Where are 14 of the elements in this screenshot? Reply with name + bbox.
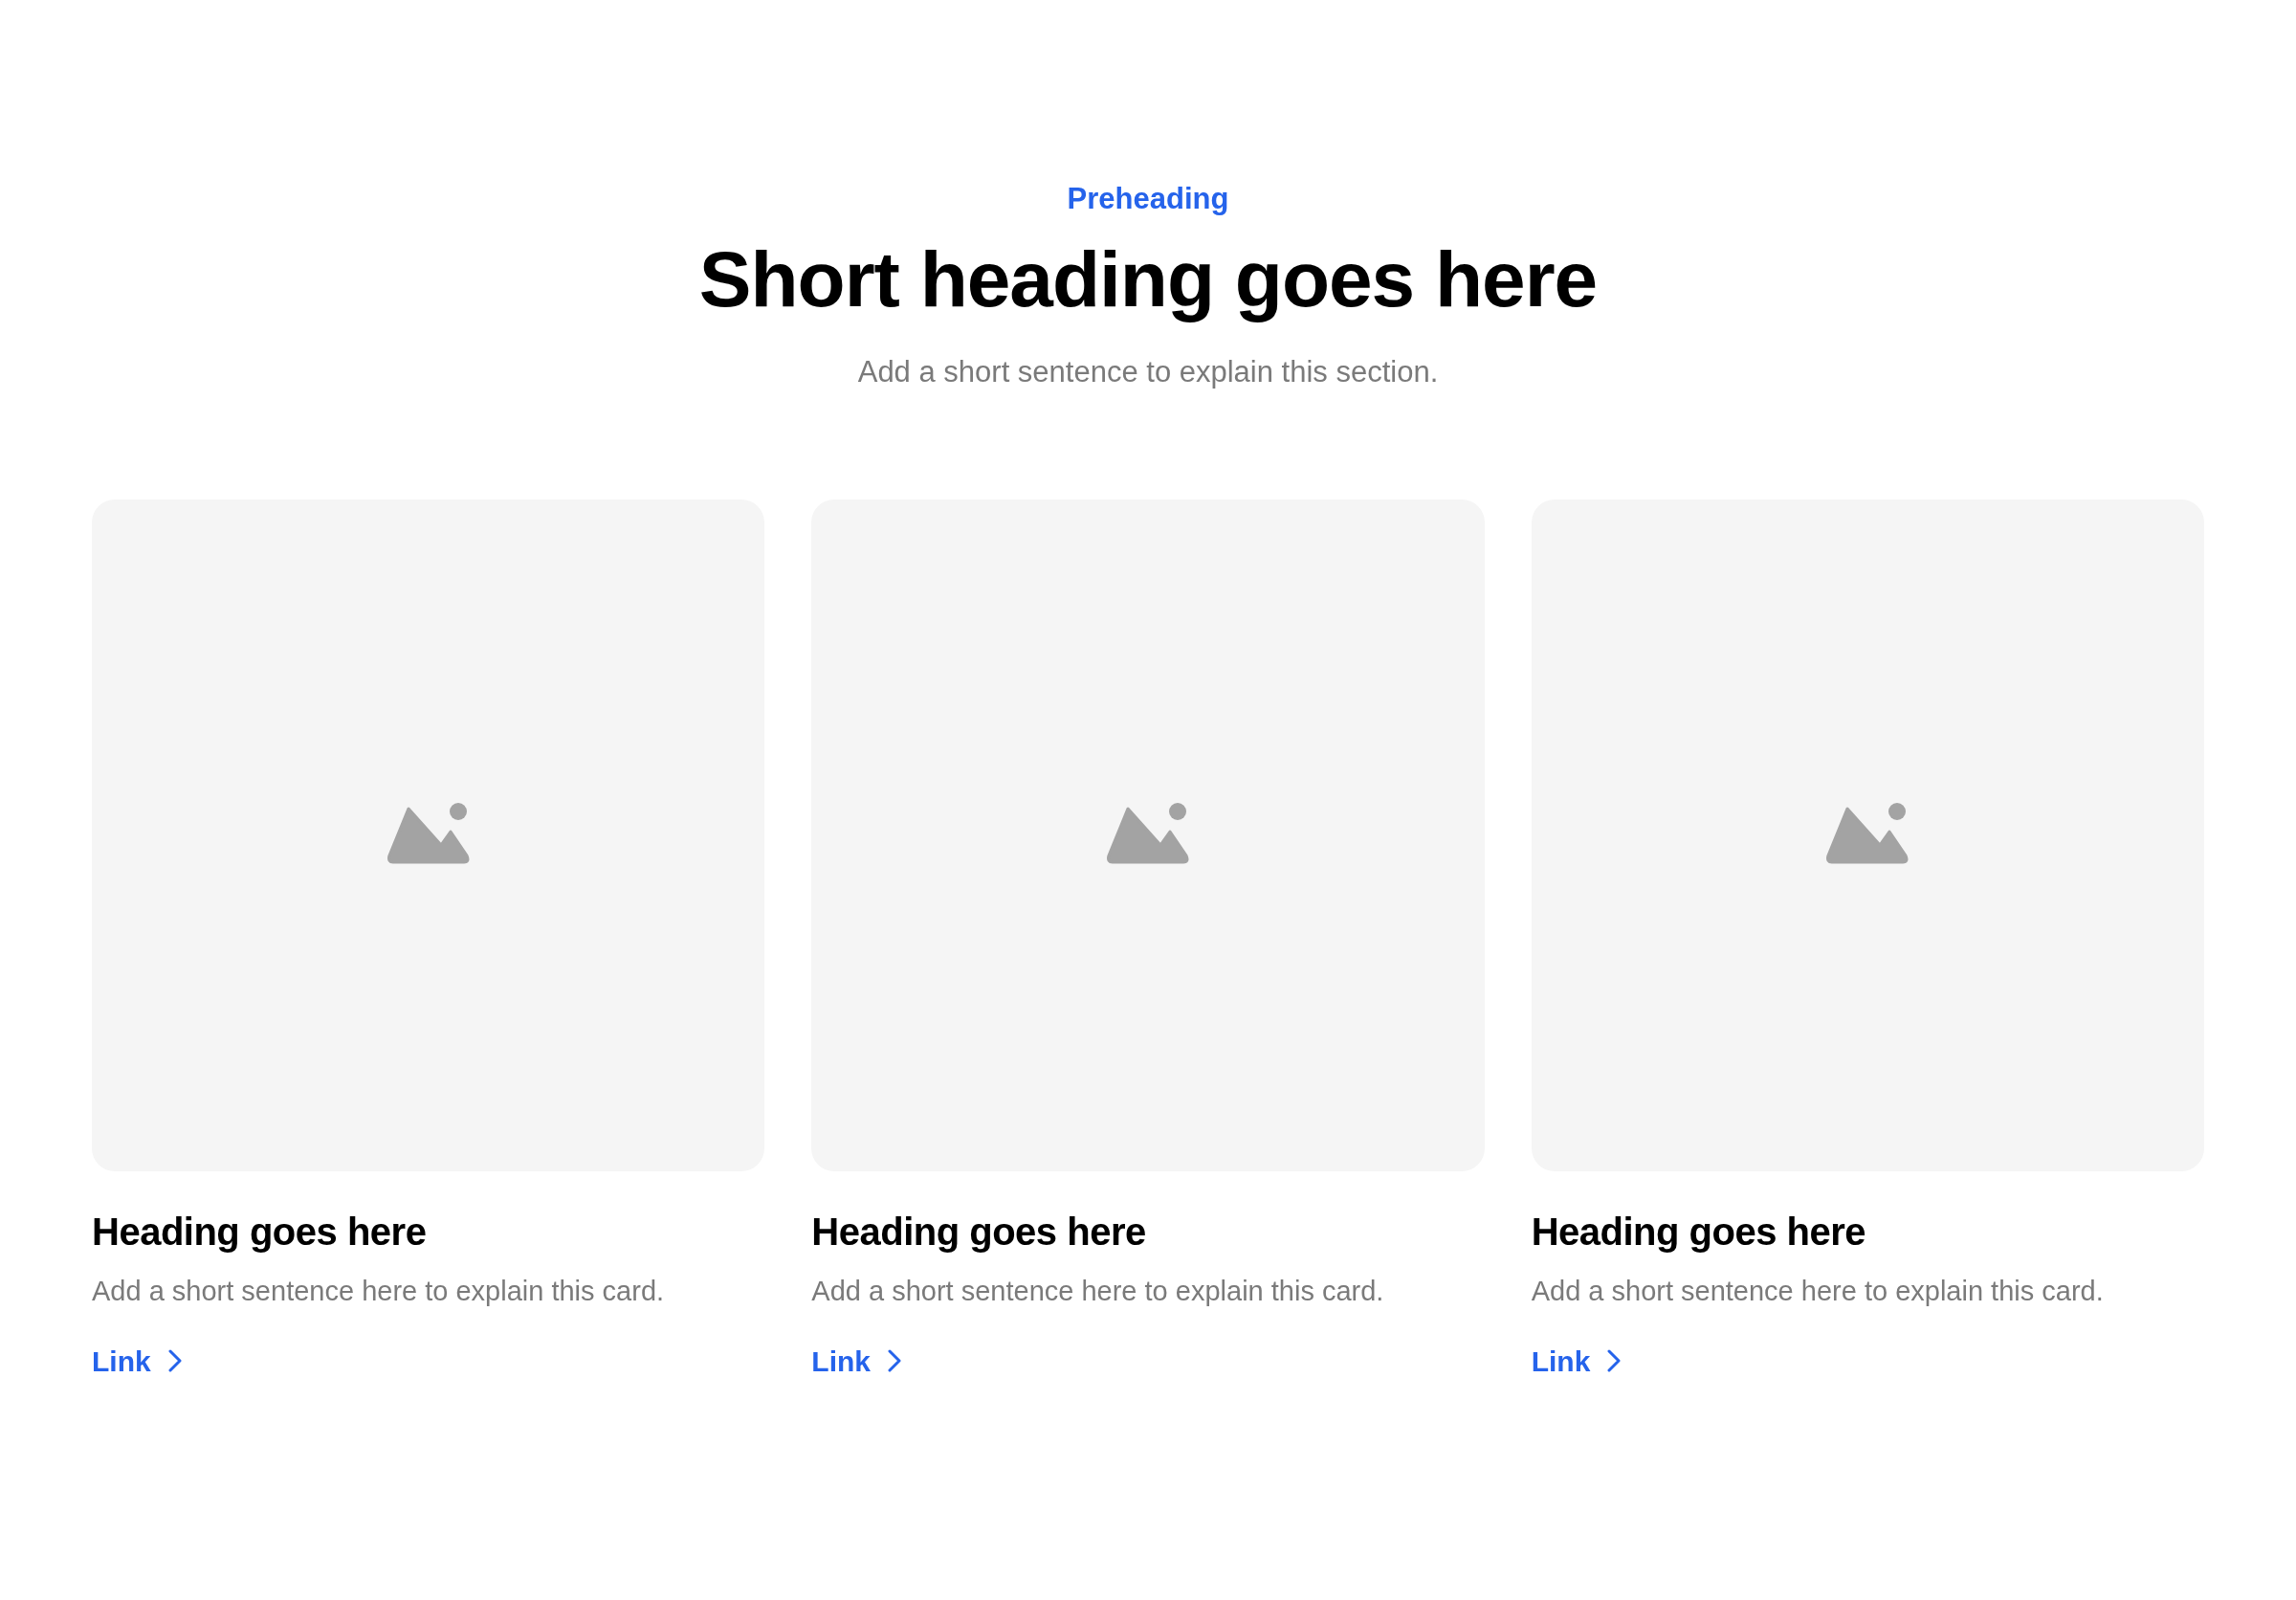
card-link[interactable]: Link — [1531, 1339, 1622, 1383]
card-description: Add a short sentence here to explain this card. — [811, 1275, 1385, 1308]
card-description: Add a short sentence here to explain this card. — [1531, 1275, 2105, 1308]
card-description: Add a short sentence here to explain this card. — [92, 1275, 666, 1308]
card-heading: Heading goes here — [92, 1210, 428, 1255]
section-description: Add a short sentence to explain this section. — [857, 357, 1439, 387]
chevron-right-icon — [888, 1349, 901, 1373]
card-heading: Heading goes here — [811, 1210, 1147, 1255]
card-link[interactable]: Link — [92, 1339, 182, 1383]
card-heading: Heading goes here — [1531, 1210, 1867, 1255]
chevron-right-icon — [167, 1349, 182, 1373]
chevron-right-icon — [1607, 1349, 1622, 1373]
card-link[interactable]: Link — [811, 1339, 901, 1383]
preheading: Preheading — [1067, 184, 1229, 213]
